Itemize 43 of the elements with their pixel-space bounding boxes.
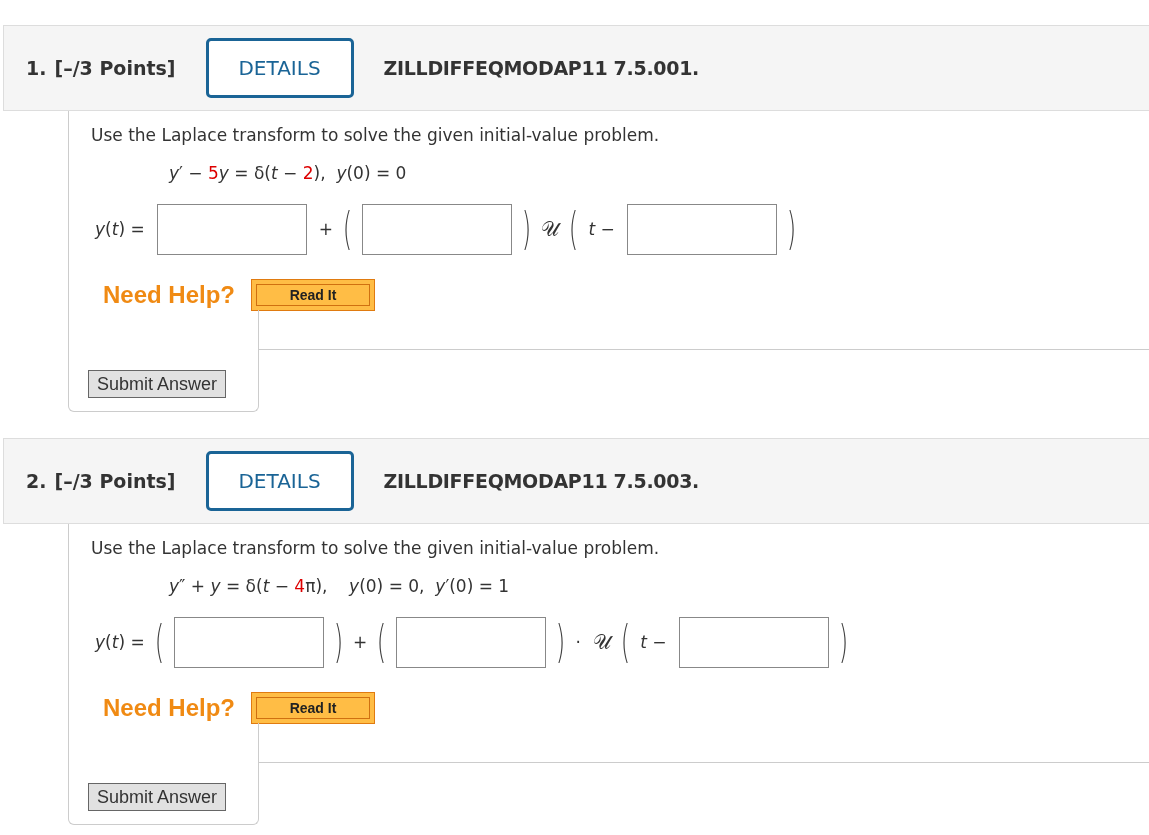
math-text: y(t) =	[95, 632, 145, 652]
step-function-symbol: 𝒰	[540, 216, 562, 243]
question-number: 1.	[26, 57, 47, 79]
answer-box[interactable]	[626, 203, 777, 255]
details-button[interactable]: DETAILS	[205, 38, 354, 98]
math-text: y(t) =	[95, 219, 145, 239]
need-help-label: Need Help?	[103, 694, 236, 722]
answer-box[interactable]	[362, 203, 513, 255]
math-text: t −	[640, 632, 667, 652]
answer-box[interactable]	[678, 616, 829, 668]
submit-answer-button[interactable]: Submit Answer	[88, 370, 227, 398]
read-it-button[interactable]: Read It	[251, 692, 376, 724]
parenthesis: (	[342, 207, 353, 251]
question-prompt: Use the Laplace transform to solve the given initial-value problem.	[91, 124, 661, 147]
equation: y′ − 5y = δ(t − 2), y(0) = 0	[169, 162, 408, 185]
math-text: t −	[588, 219, 615, 239]
math-text: +	[318, 219, 333, 239]
parenthesis: (	[620, 620, 631, 664]
parenthesis: )	[556, 620, 566, 664]
submit-answer-button[interactable]: Submit Answer	[88, 783, 227, 811]
parenthesis: (	[377, 620, 387, 664]
math-text: ·	[575, 632, 581, 652]
parenthesis: )	[786, 207, 797, 251]
parenthesis: (	[569, 207, 579, 251]
answer-box[interactable]	[396, 616, 547, 668]
parenthesis: )	[521, 207, 532, 251]
question-number: 2.	[26, 470, 47, 492]
read-it-button[interactable]: Read It	[251, 279, 376, 311]
details-button[interactable]: DETAILS	[205, 451, 354, 511]
answer-box[interactable]	[173, 616, 324, 668]
parenthesis: (	[154, 620, 164, 664]
problem-code: ZILLDIFFEQMODAP11 7.5.003.	[383, 470, 699, 492]
parenthesis: )	[838, 620, 848, 664]
math-text: +	[353, 632, 368, 652]
points-label: [–/3 Points]	[54, 57, 176, 79]
question-prompt: Use the Laplace transform to solve the given initial-value problem.	[91, 537, 661, 560]
step-function-symbol: 𝒰	[592, 629, 614, 656]
answer-box[interactable]	[156, 203, 307, 255]
need-help-label: Need Help?	[103, 281, 236, 309]
problem-code: ZILLDIFFEQMODAP11 7.5.001.	[383, 57, 699, 79]
parenthesis: )	[333, 620, 344, 664]
points-label: [–/3 Points]	[54, 470, 176, 492]
equation: y″ + y = δ(t − 4π), y(0) = 0, y′(0) = 1	[169, 575, 511, 598]
